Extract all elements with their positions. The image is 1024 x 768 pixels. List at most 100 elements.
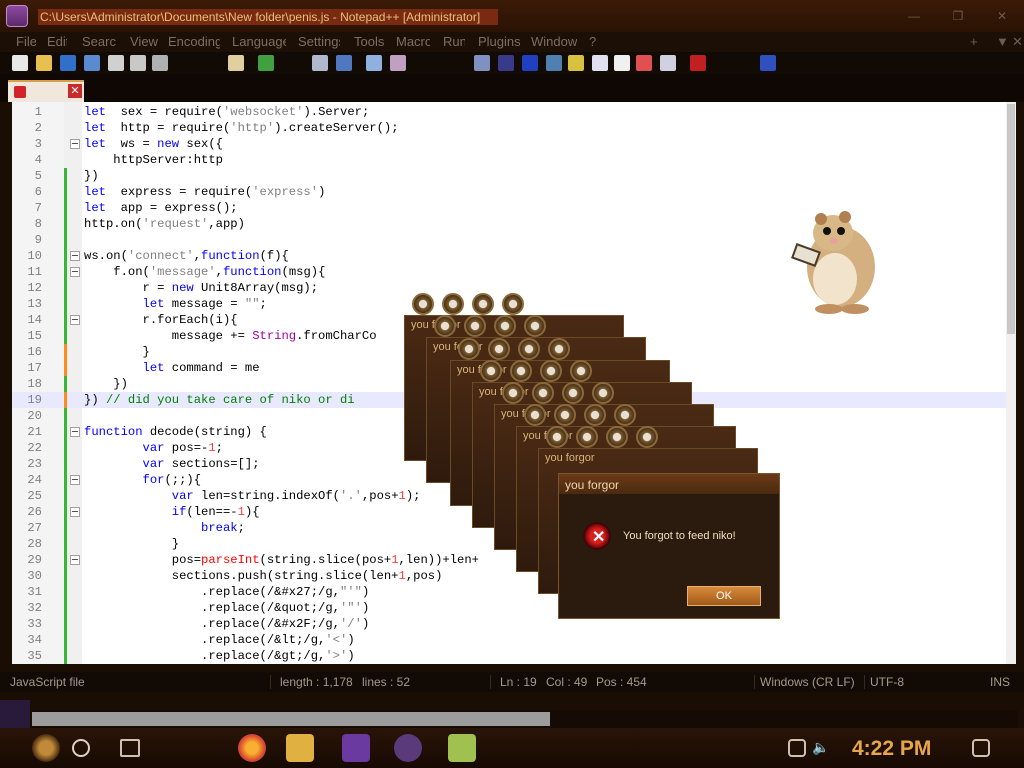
lang-icon[interactable] xyxy=(546,55,562,71)
fold-toggle-icon[interactable] xyxy=(70,427,80,437)
menu-plugins[interactable]: Plugins xyxy=(478,34,520,50)
visual-studio-icon[interactable] xyxy=(342,734,370,762)
record-macro-icon[interactable] xyxy=(690,55,706,71)
fold-toggle-icon[interactable] xyxy=(70,251,80,261)
fold-toggle-icon[interactable] xyxy=(70,507,80,517)
vertical-scroll-thumb[interactable] xyxy=(1007,104,1015,334)
gauge-icon xyxy=(524,404,546,426)
menu-help[interactable]: ? xyxy=(589,34,601,50)
menu-run[interactable]: Run xyxy=(443,34,465,50)
paste-icon[interactable] xyxy=(228,55,244,71)
code-line[interactable]: 33 .replace(/&#x2F;/g,'/') xyxy=(12,616,1016,632)
ok-button[interactable]: OK xyxy=(687,586,761,606)
notepadpp-taskbar-icon[interactable] xyxy=(448,734,476,762)
open-file-icon[interactable] xyxy=(36,55,52,71)
code-line[interactable]: 5}) xyxy=(12,168,1016,184)
change-marker xyxy=(64,472,67,488)
menu-encoding[interactable]: Encoding xyxy=(168,34,220,50)
search-circle-icon[interactable] xyxy=(72,739,90,757)
close-tab-icon[interactable]: ✕ xyxy=(1012,34,1023,50)
redo-icon[interactable] xyxy=(258,55,274,71)
status-insert-mode[interactable]: INS xyxy=(990,675,1010,689)
show-all-chars-icon[interactable] xyxy=(498,55,514,71)
close-all-icon[interactable] xyxy=(130,55,146,71)
code-token: for xyxy=(84,473,165,487)
file-explorer-icon[interactable] xyxy=(286,734,314,762)
horizontal-scrollbar[interactable] xyxy=(32,710,1018,728)
taskbar-clock[interactable]: 4:22 PM xyxy=(852,737,931,761)
minimize-button[interactable]: — xyxy=(900,8,928,24)
zoom-in-icon[interactable] xyxy=(366,55,382,71)
code-line[interactable]: 35 .replace(/&gt;/g,'>') xyxy=(12,648,1016,664)
save-icon[interactable] xyxy=(60,55,76,71)
eye-icon[interactable] xyxy=(660,55,676,71)
start-gear-icon[interactable] xyxy=(32,734,60,762)
new-tab-icon[interactable]: + xyxy=(970,34,978,49)
menu-tools[interactable]: Tools xyxy=(354,34,384,50)
task-view-icon[interactable] xyxy=(120,739,140,757)
gauge-icon xyxy=(480,360,502,382)
print-icon[interactable] xyxy=(152,55,168,71)
notifications-icon[interactable] xyxy=(972,739,990,757)
replace-icon[interactable] xyxy=(336,55,352,71)
code-line[interactable]: 6 let express = require('express') xyxy=(12,184,1016,200)
status-eol[interactable]: Windows (CR LF) xyxy=(760,675,855,689)
code-token: ws = xyxy=(105,137,158,151)
close-button[interactable]: ✕ xyxy=(988,8,1016,24)
code-line[interactable]: 30 sections.push(string.slice(len+1,pos) xyxy=(12,568,1016,584)
wrap-icon[interactable] xyxy=(474,55,490,71)
find-icon[interactable] xyxy=(312,55,328,71)
zoom-out-icon[interactable] xyxy=(390,55,406,71)
tab-penis-js[interactable]: ✕ xyxy=(8,80,84,102)
code-line[interactable]: 29 pos=parseInt(string.slice(pos+1,len))… xyxy=(12,552,1016,568)
menu-settings[interactable]: Settings xyxy=(298,34,340,50)
tab-list-icon[interactable]: ▼ xyxy=(996,34,1009,49)
code-token: ).Server; xyxy=(303,105,370,119)
status-encoding[interactable]: UTF-8 xyxy=(870,675,904,689)
oneshot-app-icon[interactable] xyxy=(394,734,422,762)
close-file-icon[interactable] xyxy=(108,55,124,71)
code-line[interactable]: 2 let http = require('http').createServer… xyxy=(12,120,1016,136)
menu-language[interactable]: Language xyxy=(232,34,286,50)
change-marker xyxy=(64,232,67,248)
tab-close-button[interactable]: ✕ xyxy=(68,84,82,98)
new-file-icon[interactable] xyxy=(12,55,28,71)
fold-toggle-icon[interactable] xyxy=(70,555,80,565)
horizontal-scroll-thumb[interactable] xyxy=(32,712,550,726)
monitoring-icon[interactable] xyxy=(636,55,652,71)
function-list-icon[interactable] xyxy=(592,55,608,71)
code-token: pos= xyxy=(84,553,202,567)
code-line[interactable]: 32 .replace(/&quot;/g,'"') xyxy=(12,600,1016,616)
menu-macro[interactable]: Macro xyxy=(396,34,430,50)
indent-guide-icon[interactable] xyxy=(522,55,538,71)
fold-toggle-icon[interactable] xyxy=(70,139,80,149)
code-token: ,len))+len+ xyxy=(398,553,479,567)
doc-map-icon[interactable] xyxy=(568,55,584,71)
menu-file[interactable]: File xyxy=(16,34,36,50)
code-line[interactable]: 1 let sex = require('websocket').Server; xyxy=(12,104,1016,120)
code-line[interactable]: 31 .replace(/&#x27;/g,"'") xyxy=(12,584,1016,600)
code-token: } xyxy=(84,345,150,359)
volume-icon[interactable]: 🔈 xyxy=(812,739,830,757)
folder-workspace-icon[interactable] xyxy=(614,55,630,71)
code-token: ,pos) xyxy=(405,569,443,583)
code-line[interactable]: 4 httpServer:http xyxy=(12,152,1016,168)
fold-toggle-icon[interactable] xyxy=(70,267,80,277)
menu-search[interactable]: Search xyxy=(82,34,116,50)
fold-toggle-icon[interactable] xyxy=(70,475,80,485)
notepadpp-app-icon[interactable] xyxy=(6,5,28,27)
maximize-button[interactable]: ❐ xyxy=(944,8,972,24)
vertical-scrollbar[interactable] xyxy=(1006,102,1016,664)
menu-view[interactable]: View xyxy=(130,34,158,50)
change-marker xyxy=(64,536,67,552)
network-icon[interactable] xyxy=(788,739,806,757)
code-line[interactable]: 34 .replace(/&lt;/g,'<') xyxy=(12,632,1016,648)
menu-edit[interactable]: Edit xyxy=(47,34,67,50)
menu-window[interactable]: Window xyxy=(531,34,577,50)
dialog-title-bar[interactable]: you forgor xyxy=(559,474,779,494)
fold-toggle-icon[interactable] xyxy=(70,315,80,325)
save-all-icon[interactable] xyxy=(84,55,100,71)
firefox-icon[interactable] xyxy=(238,734,266,762)
code-line[interactable]: 3 let ws = new sex({ xyxy=(12,136,1016,152)
run-macro-multiple-icon[interactable] xyxy=(760,55,776,71)
